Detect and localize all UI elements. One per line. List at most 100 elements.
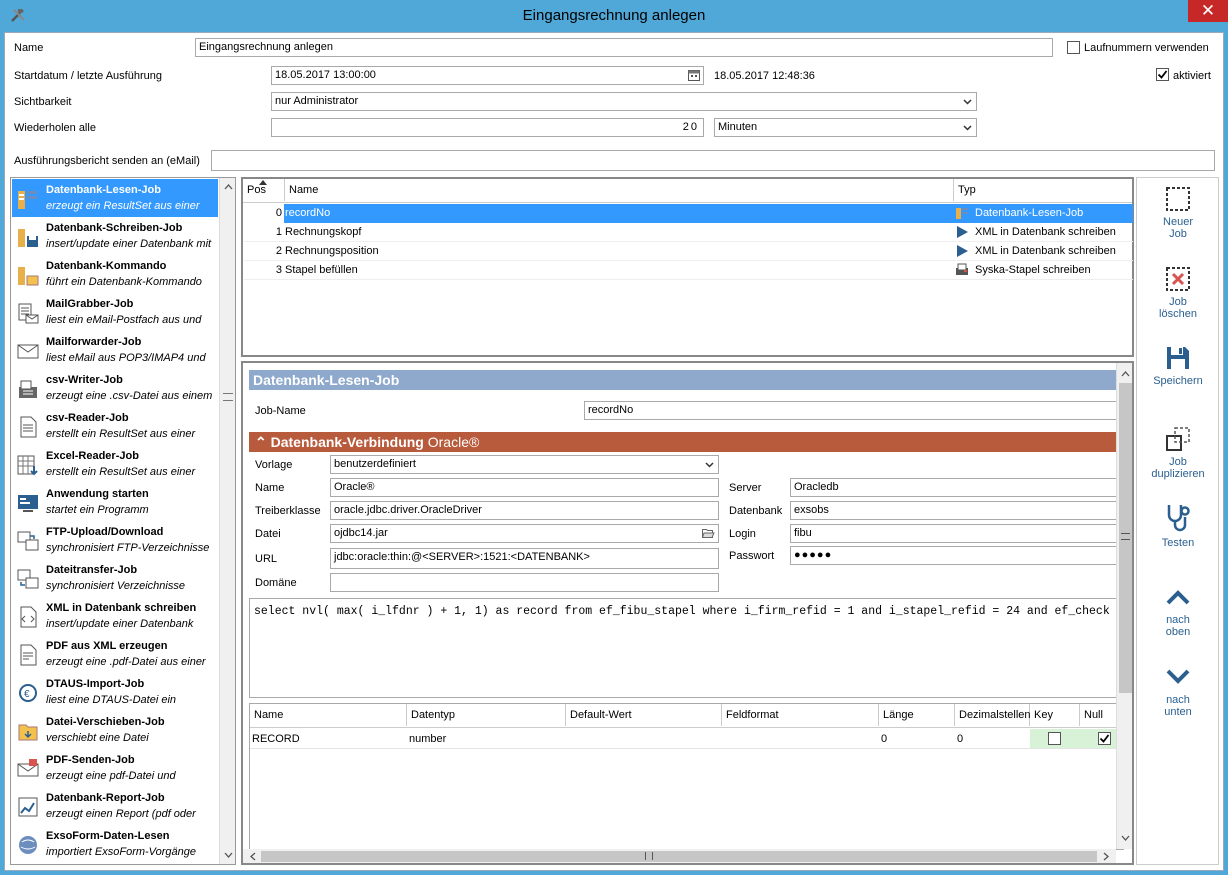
close-button[interactable]: ✕ <box>1188 0 1228 22</box>
save-button[interactable]: Speichern <box>1137 345 1219 387</box>
sidebar-item-title: PDF-Senden-Job <box>46 754 135 766</box>
calendar-icon[interactable] <box>688 69 700 84</box>
move-up-button[interactable]: nach oben <box>1137 588 1219 638</box>
sidebar-item[interactable]: csv-Reader-Job erstellt ein ResultSet aus… <box>12 407 218 445</box>
scroll-thumb[interactable] <box>261 851 1097 862</box>
col-dezimal[interactable]: Dezimalstellen <box>955 704 1031 726</box>
laufnummern-checkbox[interactable] <box>1067 41 1080 54</box>
row-typ: XML in Datenbank schreiben <box>975 226 1116 238</box>
chevron-left-icon[interactable] <box>249 852 256 861</box>
sidebar-item[interactable]: Datenbank-Schreiben-Job insert/update ein… <box>12 217 218 255</box>
col-feldformat[interactable]: Feldformat <box>722 704 879 726</box>
move-down-button[interactable]: nach unten <box>1137 668 1219 718</box>
row-name: recordNo <box>285 207 331 219</box>
col-key[interactable]: Key <box>1030 704 1080 726</box>
table-row[interactable]: 0 recordNo Datenbank-Lesen-Job <box>244 204 1133 223</box>
col-field-name[interactable]: Name <box>250 704 407 726</box>
job-type-list: Datenbank-Lesen-Job erzeugt ein ResultSet… <box>10 177 236 865</box>
sidebar-item[interactable]: csv-Writer-Job erzeugt eine .csv-Datei au… <box>12 369 218 407</box>
sidebar-item-title: Mailforwarder-Job <box>46 336 142 348</box>
sidebar-item[interactable]: Datenbank-Lesen-Job erzeugt ein ResultSet… <box>12 179 218 217</box>
sidebar-item-title: Datenbank-Kommando <box>46 260 167 272</box>
sidebar-item[interactable]: Datei-Verschieben-Job verschiebt eine Dat… <box>12 711 218 749</box>
scroll-grip[interactable] <box>223 393 233 401</box>
url-input[interactable]: jdbc:oracle:thin:@<SERVER>:1521:<DATENBA… <box>330 548 719 569</box>
server-input[interactable]: Oracledb <box>790 478 1124 497</box>
wiederholen-unit-select[interactable]: Minuten <box>714 118 977 137</box>
sidebar-item[interactable]: Mailforwarder-Job liest eMail aus POP3/IM… <box>12 331 218 369</box>
start-date-input[interactable]: 18.05.2017 13:00:00 <box>271 66 704 85</box>
new-job-button[interactable]: Neuer Job <box>1137 186 1219 240</box>
sichtbarkeit-select[interactable]: nur Administrator <box>271 92 977 111</box>
sidebar-item[interactable]: € DTAUS-Import-Job liest eine DTAUS-Datei … <box>12 673 218 711</box>
passwort-input[interactable]: ●●●●● <box>790 546 1124 565</box>
sidebar-item[interactable]: ExsoForm-Daten-Lesen importiert ExsoForm-… <box>12 825 218 863</box>
sql-editor[interactable]: select nvl( max( i_lfdnr ) + 1, 1) as re… <box>249 598 1124 698</box>
vorlage-label: Vorlage <box>255 459 293 471</box>
sidebar-item-desc: erzeugt ein ResultSet aus einer <box>46 200 200 212</box>
detail-hscrollbar[interactable] <box>243 849 1116 863</box>
conn-name-input[interactable]: Oracle® <box>330 478 719 497</box>
treiber-input[interactable]: oracle.jdbc.driver.OracleDriver <box>330 501 719 520</box>
col-default[interactable]: Default-Wert <box>566 704 722 726</box>
delete-job-button[interactable]: Job löschen <box>1137 266 1219 320</box>
sidebar-item[interactable]: XML in Datenbank schreiben insert/update … <box>12 597 218 635</box>
table-row[interactable]: 2 Rechnungsposition XML in Datenbank schre… <box>244 242 1133 261</box>
chevron-down-icon[interactable] <box>1121 835 1130 842</box>
sichtbarkeit-value: nur Administrator <box>275 95 359 107</box>
login-input[interactable]: fibu <box>790 524 1124 543</box>
col-laenge[interactable]: Länge <box>879 704 955 726</box>
chevron-up-icon[interactable] <box>224 183 233 190</box>
duplicate-icon <box>1166 427 1190 451</box>
sichtbarkeit-label: Sichtbarkeit <box>14 96 72 108</box>
key-checkbox[interactable] <box>1048 732 1061 745</box>
csv-writer-icon <box>17 378 39 400</box>
wiederholen-input[interactable]: 20 <box>271 118 704 137</box>
sidebar-item[interactable]: Dateitransfer-Job synchronisiert Verzeich… <box>12 559 218 597</box>
aktiviert-checkbox[interactable] <box>1156 68 1169 81</box>
sidebar-scrollbar[interactable] <box>219 178 235 864</box>
sidebar-item[interactable]: Datenbank-Report-Job erzeugt einen Report… <box>12 787 218 825</box>
email-input[interactable] <box>211 150 1215 171</box>
save-label: Speichern <box>1153 375 1203 387</box>
datei-label: Datei <box>255 528 281 540</box>
chevron-up-icon[interactable] <box>1121 370 1130 377</box>
duplicate-label-1: Job <box>1169 456 1187 468</box>
vorlage-select[interactable]: benutzerdefiniert <box>330 455 719 474</box>
sidebar-item-desc: synchronisiert FTP-Verzeichnisse <box>46 542 210 554</box>
connection-header[interactable]: ⌃ Datenbank-Verbindung Oracle® <box>249 432 1117 452</box>
table-row[interactable]: 1 Rechnungskopf XML in Datenbank schreiben <box>244 223 1133 242</box>
sidebar-item[interactable]: PDF-Senden-Job erzeugt eine pdf-Datei und <box>12 749 218 787</box>
duplicate-job-button[interactable]: Job duplizieren <box>1137 426 1219 480</box>
col-pos[interactable]: Pos <box>243 179 285 201</box>
sidebar-item[interactable]: PDF aus XML erzeugen erzeugt eine .pdf-Da… <box>12 635 218 673</box>
jobname-input[interactable]: recordNo <box>584 401 1124 420</box>
chevron-down-icon[interactable] <box>224 852 233 859</box>
sidebar-item-title: Anwendung starten <box>46 488 149 500</box>
sidebar-item[interactable]: Anwendung starten startet ein Programm <box>12 483 218 521</box>
sidebar-item[interactable]: MailGrabber-Job liest ein eMail-Postfach … <box>12 293 218 331</box>
col-typ[interactable]: Typ <box>954 179 1132 201</box>
domaene-input[interactable] <box>330 573 719 592</box>
null-checkbox[interactable] <box>1098 732 1111 745</box>
row-typ: Datenbank-Lesen-Job <box>975 207 1084 219</box>
folder-open-icon[interactable] <box>702 527 715 539</box>
new-job-icon <box>1166 187 1190 211</box>
sidebar-item[interactable]: FTP-Upload/Download synchronisiert FTP-Ve… <box>12 521 218 559</box>
datenbank-input[interactable]: exsobs <box>790 501 1124 520</box>
name-label: Name <box>14 42 44 54</box>
col-name[interactable]: Name <box>285 179 954 201</box>
detail-vscrollbar[interactable] <box>1116 363 1132 849</box>
col-datentyp[interactable]: Datentyp <box>407 704 566 726</box>
chevron-right-icon[interactable] <box>1103 852 1110 861</box>
delete-job-label-1: Job <box>1169 296 1187 308</box>
svg-text:€: € <box>24 689 30 700</box>
name-input[interactable]: Eingangsrechnung anlegen <box>195 38 1053 57</box>
sidebar-item-title: Datenbank-Schreiben-Job <box>46 222 183 234</box>
sidebar-item[interactable]: Datenbank-Kommando führt ein Datenbank-Ko… <box>12 255 218 293</box>
table-row[interactable]: 3 Stapel befüllen Syska-Stapel schreiben <box>244 261 1133 280</box>
table-row[interactable]: RECORD number 0 0 <box>250 729 1123 749</box>
sidebar-item[interactable]: Excel-Reader-Job erstellt ein ResultSet a… <box>12 445 218 483</box>
test-button[interactable]: Testen <box>1137 503 1219 549</box>
datei-input[interactable]: ojdbc14.jar <box>330 524 719 543</box>
